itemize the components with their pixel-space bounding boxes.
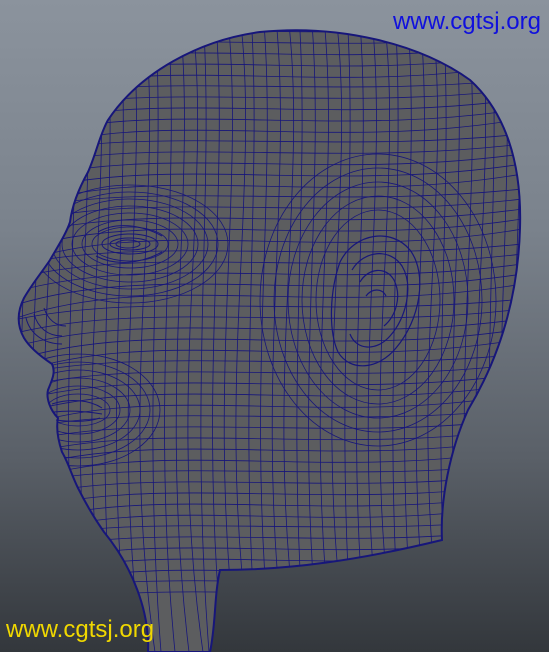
head-mesh xyxy=(9,0,539,652)
mesh-line xyxy=(511,30,521,652)
mesh-line xyxy=(524,0,539,652)
watermark-bottom: www.cgtsj.org xyxy=(6,616,155,643)
mesh-line xyxy=(18,580,521,613)
3d-viewport[interactable]: www.cgtsj.org www.cgtsj.org xyxy=(0,0,549,652)
mesh-line xyxy=(18,570,521,599)
watermark-top: www.cgtsj.org xyxy=(392,8,541,35)
mesh-line xyxy=(9,0,17,652)
